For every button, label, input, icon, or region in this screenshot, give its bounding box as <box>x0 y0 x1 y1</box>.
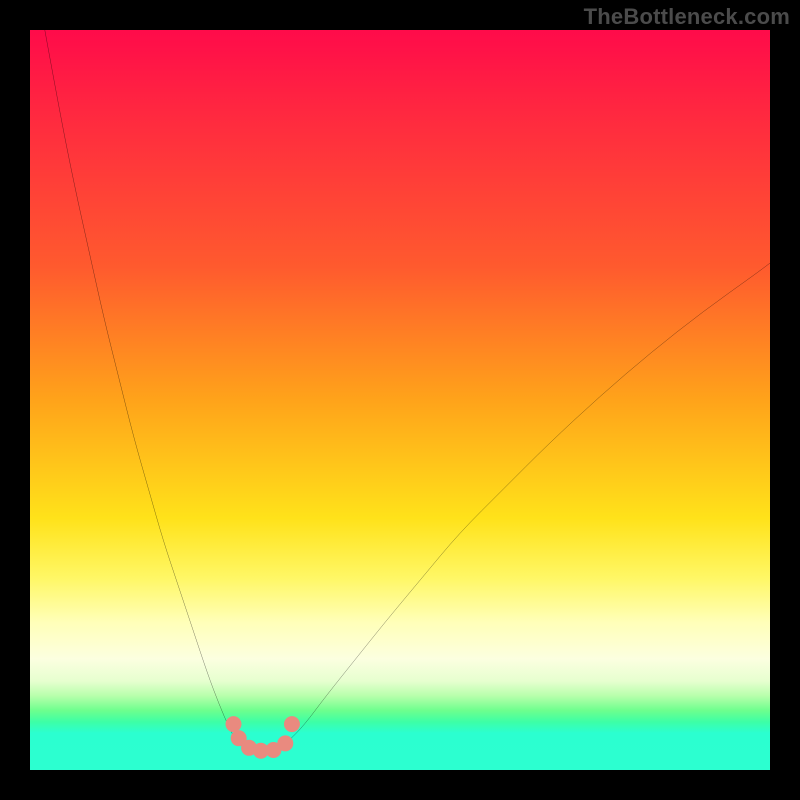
marker-dot <box>277 735 293 751</box>
chart-frame: TheBottleneck.com <box>0 0 800 800</box>
marker-dot <box>284 716 300 732</box>
plot-area <box>30 30 770 770</box>
watermark-text: TheBottleneck.com <box>584 4 790 30</box>
curve-svg <box>30 30 770 770</box>
marker-dots <box>226 716 300 759</box>
curve-series <box>45 30 770 751</box>
bottleneck-curve <box>45 30 770 751</box>
marker-dot <box>226 716 242 732</box>
